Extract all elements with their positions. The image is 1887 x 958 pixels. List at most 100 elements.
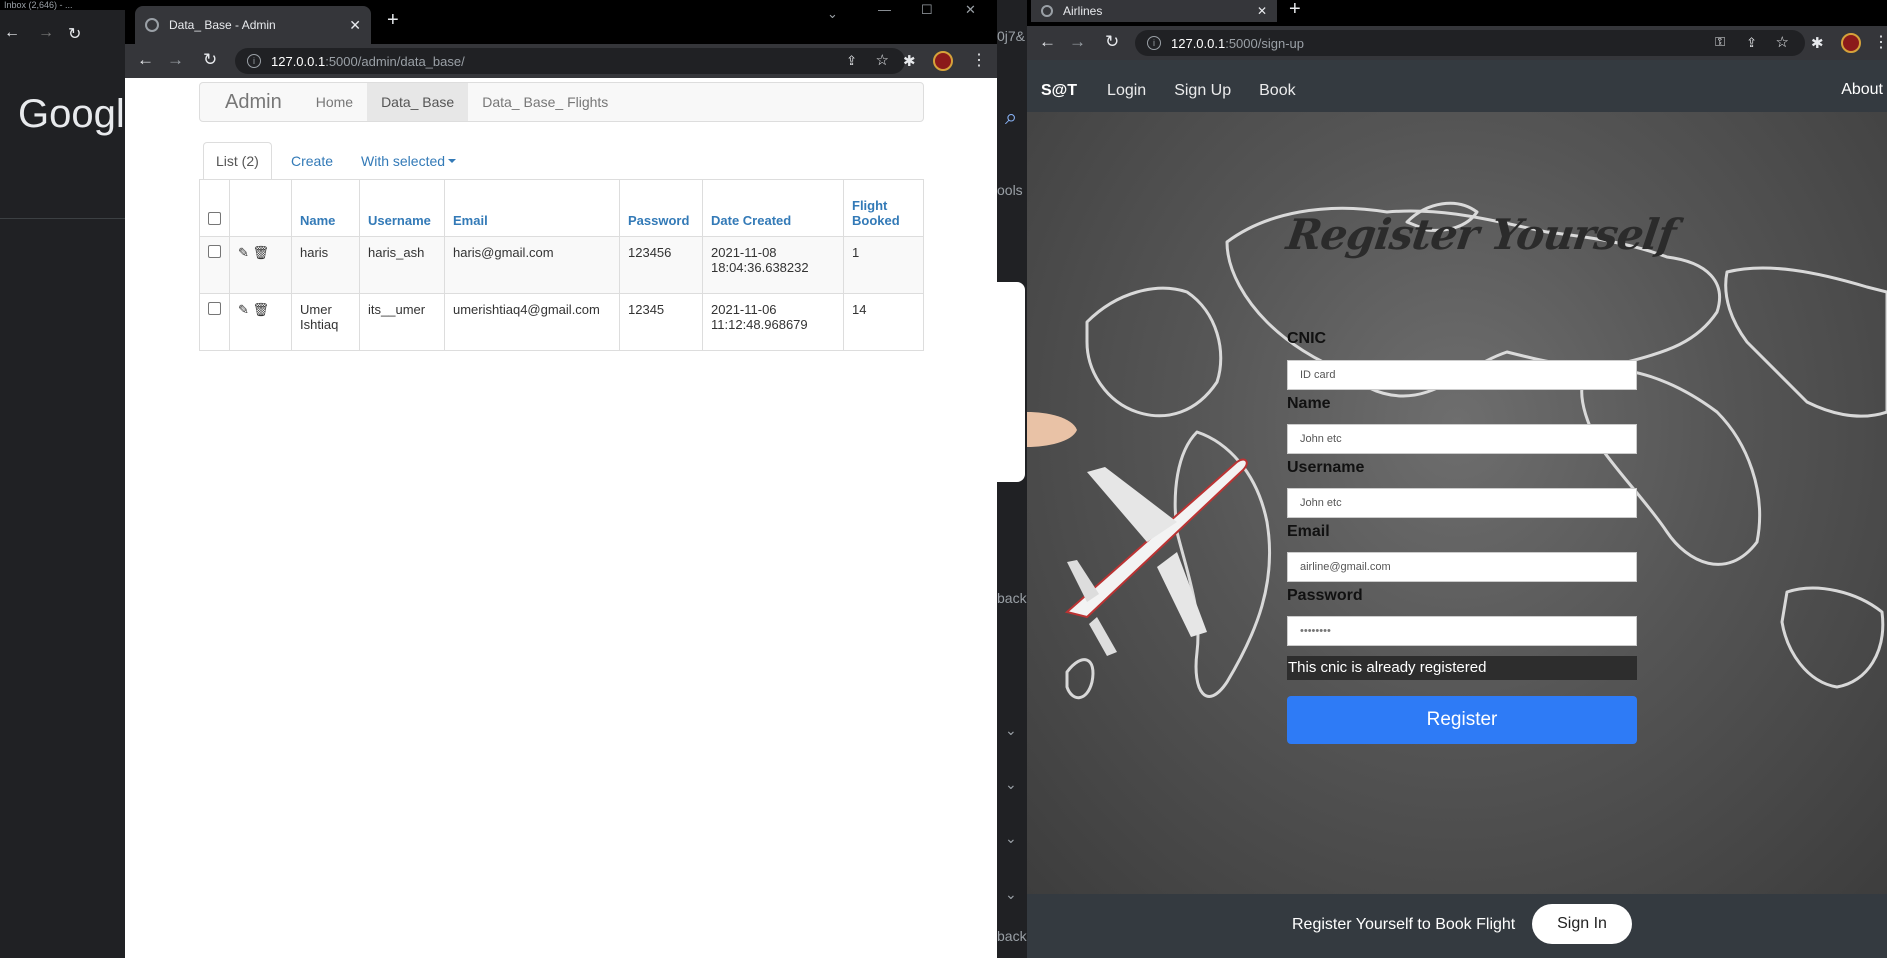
cell-email: haris@gmail.com xyxy=(444,236,620,294)
nav-about[interactable]: About xyxy=(1841,81,1883,99)
strip-panel xyxy=(997,282,1025,482)
globe-icon xyxy=(145,18,159,32)
delete-trash-icon[interactable]: 🗑 xyxy=(253,302,270,317)
bookmark-star-icon[interactable]: ☆ xyxy=(1776,33,1789,51)
tab-with-selected[interactable]: With selected xyxy=(349,142,468,180)
cell-flight-booked: 1 xyxy=(843,236,924,294)
middle-window-strip: 0j7& ⌕ ools back ⌄ ⌄ ⌄ ⌄ back xyxy=(997,0,1027,958)
footer: Register Yourself to Book Flight Sign In xyxy=(1027,894,1887,958)
profile-avatar[interactable] xyxy=(933,51,953,71)
hand-image xyxy=(1027,412,1077,447)
forward-arrow-icon[interactable]: → xyxy=(1069,32,1086,52)
reload-icon[interactable]: ↻ xyxy=(68,24,81,44)
users-table: Name Username Email Password Date Create… xyxy=(199,179,924,351)
url-path: :5000/sign-up xyxy=(1225,35,1304,51)
with-selected-label: With selected xyxy=(361,153,446,169)
background-tab[interactable]: Inbox (2,646) - ... xyxy=(0,0,130,10)
toolbar: ← → ↻ i 127.0.0.1:5000/sign-up ⚿ ⇪ ☆ ✱ ⋮ xyxy=(1027,26,1887,60)
header-date-created[interactable]: Date Created xyxy=(702,179,844,237)
password-input[interactable]: •••••••• xyxy=(1287,616,1637,646)
username-input[interactable]: John etc xyxy=(1287,488,1637,518)
reload-icon[interactable]: ↻ xyxy=(203,50,217,70)
header-username[interactable]: Username xyxy=(359,179,445,237)
sign-in-button[interactable]: Sign In xyxy=(1532,904,1632,944)
chevron-down-icon[interactable]: ⌄ xyxy=(1005,886,1017,903)
nav-sign-up[interactable]: Sign Up xyxy=(1174,82,1259,100)
cell-password: 12345 xyxy=(619,293,703,351)
new-tab-icon[interactable]: + xyxy=(1289,0,1301,21)
nav-data-base[interactable]: Data_ Base xyxy=(367,83,469,121)
tab-title: Data_ Base - Admin xyxy=(169,18,276,32)
new-tab-icon[interactable]: + xyxy=(387,9,399,32)
address-bar[interactable]: i 127.0.0.1:5000/sign-up ⚿ ⇪ ☆ xyxy=(1135,30,1805,56)
menu-kebab-icon[interactable]: ⋮ xyxy=(1873,32,1887,52)
nav-data-base-flights[interactable]: Data_ Base_ Flights xyxy=(468,83,622,121)
nav-home[interactable]: Home xyxy=(302,83,367,121)
extensions-icon[interactable]: ✱ xyxy=(1811,34,1824,52)
back-arrow-icon[interactable]: ← xyxy=(4,24,20,42)
tab-search-icon[interactable]: ⌄ xyxy=(827,6,838,22)
url-host: 127.0.0.1 xyxy=(271,53,326,69)
edit-pencil-icon[interactable]: ✎ xyxy=(238,302,249,317)
profile-avatar[interactable] xyxy=(1841,33,1861,53)
header-email[interactable]: Email xyxy=(444,179,620,237)
register-button[interactable]: Register xyxy=(1287,696,1637,744)
site-brand[interactable]: S@T xyxy=(1027,82,1107,100)
nav-book[interactable]: Book xyxy=(1259,82,1323,100)
chevron-down-icon[interactable]: ⌄ xyxy=(1005,776,1017,793)
header-password[interactable]: Password xyxy=(619,179,703,237)
row-checkbox[interactable] xyxy=(208,245,221,258)
share-icon[interactable]: ⇪ xyxy=(846,53,857,69)
share-icon[interactable]: ⇪ xyxy=(1746,35,1757,51)
name-label: Name xyxy=(1287,395,1331,412)
select-all-checkbox[interactable] xyxy=(208,212,221,225)
minimize-icon[interactable]: — xyxy=(878,2,891,17)
reload-icon[interactable]: ↻ xyxy=(1105,32,1119,52)
email-input[interactable]: airline@gmail.com xyxy=(1287,552,1637,582)
airplane-image xyxy=(1064,458,1248,656)
menu-kebab-icon[interactable]: ⋮ xyxy=(971,50,987,70)
bookmark-star-icon[interactable]: ☆ xyxy=(876,51,889,69)
extensions-icon[interactable]: ✱ xyxy=(903,52,916,70)
tab-create[interactable]: Create xyxy=(279,142,345,180)
back-arrow-icon[interactable]: ← xyxy=(1039,32,1056,52)
admin-brand[interactable]: Admin xyxy=(200,91,302,114)
close-tab-icon[interactable]: ✕ xyxy=(1257,4,1267,18)
chevron-down-icon[interactable]: ⌄ xyxy=(1005,830,1017,847)
forward-arrow-icon[interactable]: → xyxy=(167,50,184,70)
cell-date-created: 2021-11-06 11:12:48.968679 xyxy=(702,293,844,351)
edit-pencil-icon[interactable]: ✎ xyxy=(238,245,249,260)
info-icon[interactable]: i xyxy=(1147,36,1161,50)
header-flight-booked[interactable]: Flight Booked xyxy=(843,179,924,237)
search-icon[interactable]: ⌕ xyxy=(1005,104,1017,130)
header-name[interactable]: Name xyxy=(291,179,360,237)
footer-text: Register Yourself to Book Flight xyxy=(1292,916,1516,933)
url-path: :5000/admin/data_base/ xyxy=(325,53,465,69)
name-input[interactable]: John etc xyxy=(1287,424,1637,454)
tab-admin[interactable]: Data_ Base - Admin ✕ xyxy=(135,6,371,44)
close-window-icon[interactable]: ✕ xyxy=(965,2,976,18)
cnic-input[interactable]: ID card xyxy=(1287,360,1637,390)
tab-list[interactable]: List (2) xyxy=(203,142,272,180)
airlines-navbar: S@T Login Sign Up Book About xyxy=(1027,70,1887,112)
cell-email: umerishtiaq4@gmail.com xyxy=(444,293,620,351)
delete-trash-icon[interactable]: 🗑 xyxy=(253,245,270,260)
row-actions: ✎ 🗑 xyxy=(229,236,292,294)
address-bar[interactable]: i 127.0.0.1:5000/admin/data_base/ ⇪ ☆ xyxy=(235,48,905,74)
chevron-down-icon[interactable]: ⌄ xyxy=(1005,722,1017,739)
table-row: ✎ 🗑 haris haris_ash haris@gmail.com 1234… xyxy=(199,236,924,294)
row-actions: ✎ 🗑 xyxy=(229,293,292,351)
nav-login[interactable]: Login xyxy=(1107,82,1174,100)
close-tab-icon[interactable]: ✕ xyxy=(349,17,361,34)
divider xyxy=(0,218,130,219)
admin-browser-window: Data_ Base - Admin ✕ + ⌄ — ☐ ✕ ← → ↻ i 1… xyxy=(125,0,997,958)
info-icon[interactable]: i xyxy=(247,54,261,68)
tab-bar: Data_ Base - Admin ✕ + ⌄ — ☐ ✕ xyxy=(125,0,997,44)
forward-arrow-icon[interactable]: → xyxy=(38,24,54,42)
cell-name: haris xyxy=(291,236,360,294)
tab-airlines[interactable]: Airlines ✕ xyxy=(1031,0,1277,22)
key-icon[interactable]: ⚿ xyxy=(1715,34,1725,50)
maximize-icon[interactable]: ☐ xyxy=(921,2,933,18)
row-checkbox[interactable] xyxy=(208,302,221,315)
back-arrow-icon[interactable]: ← xyxy=(137,50,154,70)
